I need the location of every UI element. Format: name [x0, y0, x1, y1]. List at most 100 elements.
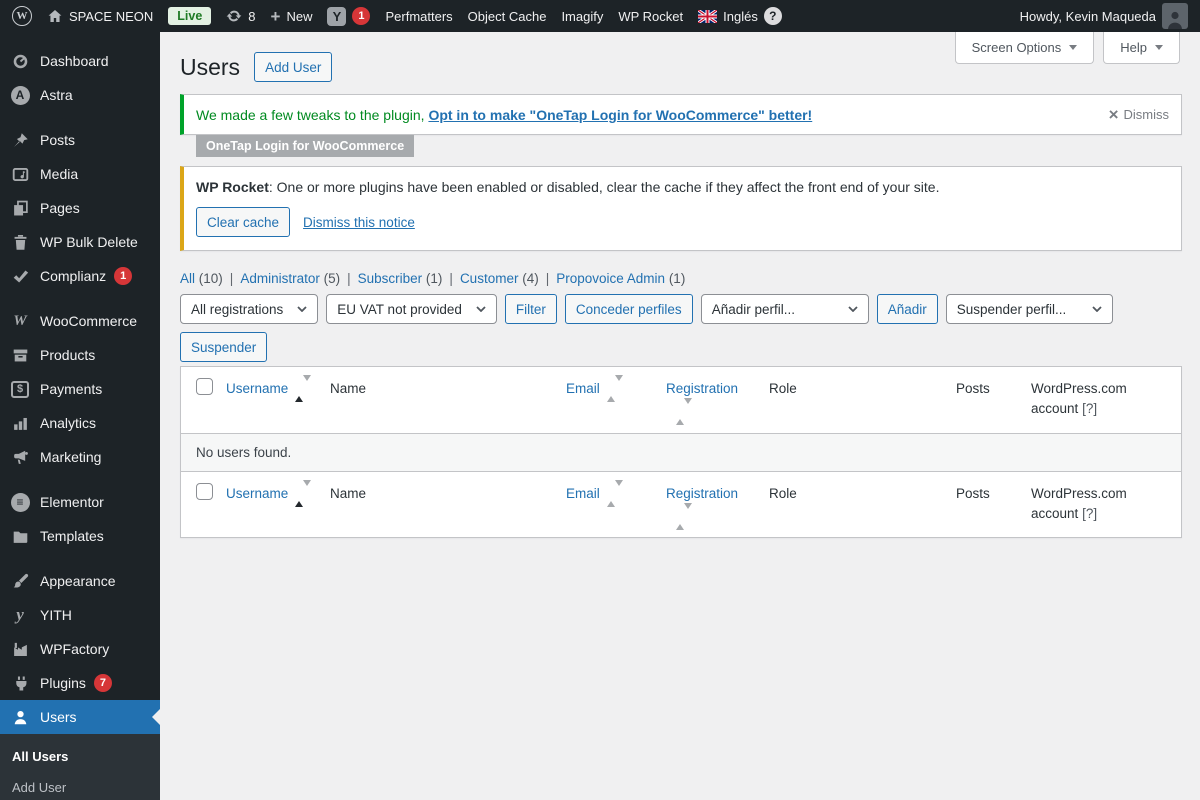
select-all-checkbox[interactable] [196, 378, 213, 395]
sort-indicator-icon [676, 502, 759, 530]
my-account-link[interactable]: Howdy, Kevin Maqueda [1020, 3, 1188, 29]
sidebar-item-media[interactable]: Media [0, 157, 160, 191]
chevron-down-icon [297, 306, 307, 312]
sidebar-item-label: WooCommerce [40, 313, 137, 329]
plug-icon [10, 675, 30, 692]
dashboard-icon [10, 53, 30, 70]
new-content-link[interactable]: + New [271, 8, 313, 25]
sidebar-item-label: Pages [40, 200, 80, 216]
site-name-link[interactable]: SPACE NEON [47, 8, 153, 24]
registrations-filter-select[interactable]: All registrations [180, 294, 319, 324]
users-table: Username Name Email Registration Role Po… [180, 366, 1182, 538]
screen-options-label: Screen Options [971, 40, 1062, 55]
onetap-plugin-badge: OneTap Login for WooCommerce [196, 135, 415, 157]
sidebar-item-wpfactory[interactable]: WPFactory [0, 632, 160, 666]
yoast-seo-link[interactable]: Y 1 [327, 6, 371, 26]
sidebar-item-products[interactable]: Products [0, 338, 160, 372]
onetap-notice: We made a few tweaks to the plugin, Opt … [180, 94, 1182, 135]
view-filter-link[interactable]: Subscriber [358, 271, 423, 286]
suspend-profile-select[interactable]: Suspender perfil... [945, 294, 1113, 324]
view-filter-subscriber: Subscriber (1) [358, 271, 460, 286]
sidebar-item-complianz[interactable]: Complianz 1 [0, 259, 160, 293]
main-content: Screen Options Help Users Add User We ma… [160, 32, 1200, 800]
sidebar-item-yith[interactable]: y YITH [0, 598, 160, 632]
column-header-wpcom: WordPress.com account [?] [1031, 381, 1127, 417]
chevron-down-icon [1092, 306, 1102, 312]
page-title: Users [180, 53, 241, 80]
sidebar-item-payments[interactable]: $ Payments [0, 372, 160, 406]
sort-indicator-icon [606, 375, 623, 403]
dismiss-this-notice-link[interactable]: Dismiss this notice [303, 215, 415, 230]
column-header-role: Role [769, 381, 797, 396]
help-button[interactable]: Help [1103, 32, 1180, 64]
sidebar-item-templates[interactable]: Templates [0, 519, 160, 553]
chevron-down-icon [848, 306, 858, 312]
wpcom-hint[interactable]: [?] [1082, 506, 1097, 521]
help-question-icon[interactable]: ? [763, 7, 782, 25]
users-submenu: All Users Add User [0, 734, 160, 800]
sidebar-item-dashboard[interactable]: Dashboard [0, 44, 160, 78]
view-filter-link[interactable]: Administrator [240, 271, 320, 286]
sidebar-item-plugins[interactable]: Plugins 7 [0, 666, 160, 700]
view-filter-link[interactable]: All [180, 271, 195, 286]
sidebar-item-label: Users [40, 709, 77, 725]
dismiss-notice-button[interactable]: × Dismiss [1109, 106, 1169, 123]
clear-cache-button[interactable]: Clear cache [196, 207, 291, 237]
wpcom-hint[interactable]: [?] [1082, 401, 1097, 416]
submenu-item-all-users[interactable]: All Users [0, 741, 160, 772]
brush-icon [10, 573, 30, 590]
filter-button[interactable]: Filter [504, 294, 557, 324]
sidebar-item-users[interactable]: Users [0, 700, 160, 734]
column-header-email: Email [566, 367, 666, 410]
language-switcher[interactable]: Inglés ? [698, 7, 782, 25]
view-filter-count: (1) [425, 271, 443, 286]
add-user-button[interactable]: Add User [254, 52, 333, 82]
view-filter-link[interactable]: Propovoice Admin [556, 271, 665, 286]
sidebar-item-astra[interactable]: A Astra [0, 78, 160, 112]
column-header-email: Email [566, 472, 666, 515]
vat-filter-select[interactable]: EU VAT not provided [326, 294, 497, 324]
add-button[interactable]: Añadir [876, 294, 938, 324]
yoast-icon: Y [327, 6, 347, 26]
onetap-optin-link[interactable]: Opt in to make "OneTap Login for WooComm… [428, 107, 812, 123]
plus-icon: + [270, 6, 281, 26]
dismiss-label: Dismiss [1123, 107, 1170, 122]
sort-indicator-icon [295, 479, 312, 507]
sidebar-item-label: Payments [40, 381, 103, 397]
sidebar-item-label: Elementor [40, 494, 104, 510]
grant-profiles-button[interactable]: Conceder perfiles [564, 294, 693, 324]
view-filter-link[interactable]: Customer [460, 271, 519, 286]
update-count-badge: 1 [114, 267, 133, 285]
select-all-checkbox[interactable] [196, 482, 213, 500]
view-filter-count: (10) [198, 271, 223, 286]
screen-options-button[interactable]: Screen Options [954, 32, 1095, 64]
wordpress-logo-icon[interactable]: W [12, 6, 32, 26]
elementor-icon: ≡ [10, 492, 30, 512]
add-profile-select[interactable]: Añadir perfil... [700, 294, 869, 324]
wp-rocket-notice-text: WP Rocket: One or more plugins have been… [196, 179, 940, 195]
sidebar-item-label: Products [40, 347, 96, 363]
sidebar-item-woocommerce[interactable]: W WooCommerce [0, 304, 160, 338]
submenu-item-add-user[interactable]: Add User [0, 772, 160, 800]
view-filter-count: (1) [668, 271, 686, 286]
suspend-button[interactable]: Suspender [180, 332, 268, 362]
sidebar-item-appearance[interactable]: Appearance [0, 564, 160, 598]
sidebar-item-posts[interactable]: Posts [0, 123, 160, 157]
analytics-icon [10, 415, 30, 432]
sidebar-item-elementor[interactable]: ≡ Elementor [0, 485, 160, 519]
sidebar-item-analytics[interactable]: Analytics [0, 406, 160, 440]
updates-link[interactable]: 8 [226, 8, 256, 24]
admin-bar-item-wp-rocket[interactable]: WP Rocket [618, 9, 683, 24]
sidebar-separator [0, 293, 160, 304]
admin-bar-item-perfmatters[interactable]: Perfmatters [385, 9, 452, 24]
admin-bar-item-object-cache[interactable]: Object Cache [468, 9, 547, 24]
sidebar-separator [0, 553, 160, 564]
sidebar-item-marketing[interactable]: Marketing [0, 440, 160, 474]
column-header-posts: Posts [956, 381, 990, 396]
sidebar-item-wp-bulk-delete[interactable]: WP Bulk Delete [0, 225, 160, 259]
live-badge[interactable]: Live [168, 7, 212, 25]
folder-icon [10, 528, 30, 545]
admin-bar-item-imagify[interactable]: Imagify [561, 9, 603, 24]
sidebar-item-pages[interactable]: Pages [0, 191, 160, 225]
checkmark-icon [10, 268, 30, 285]
